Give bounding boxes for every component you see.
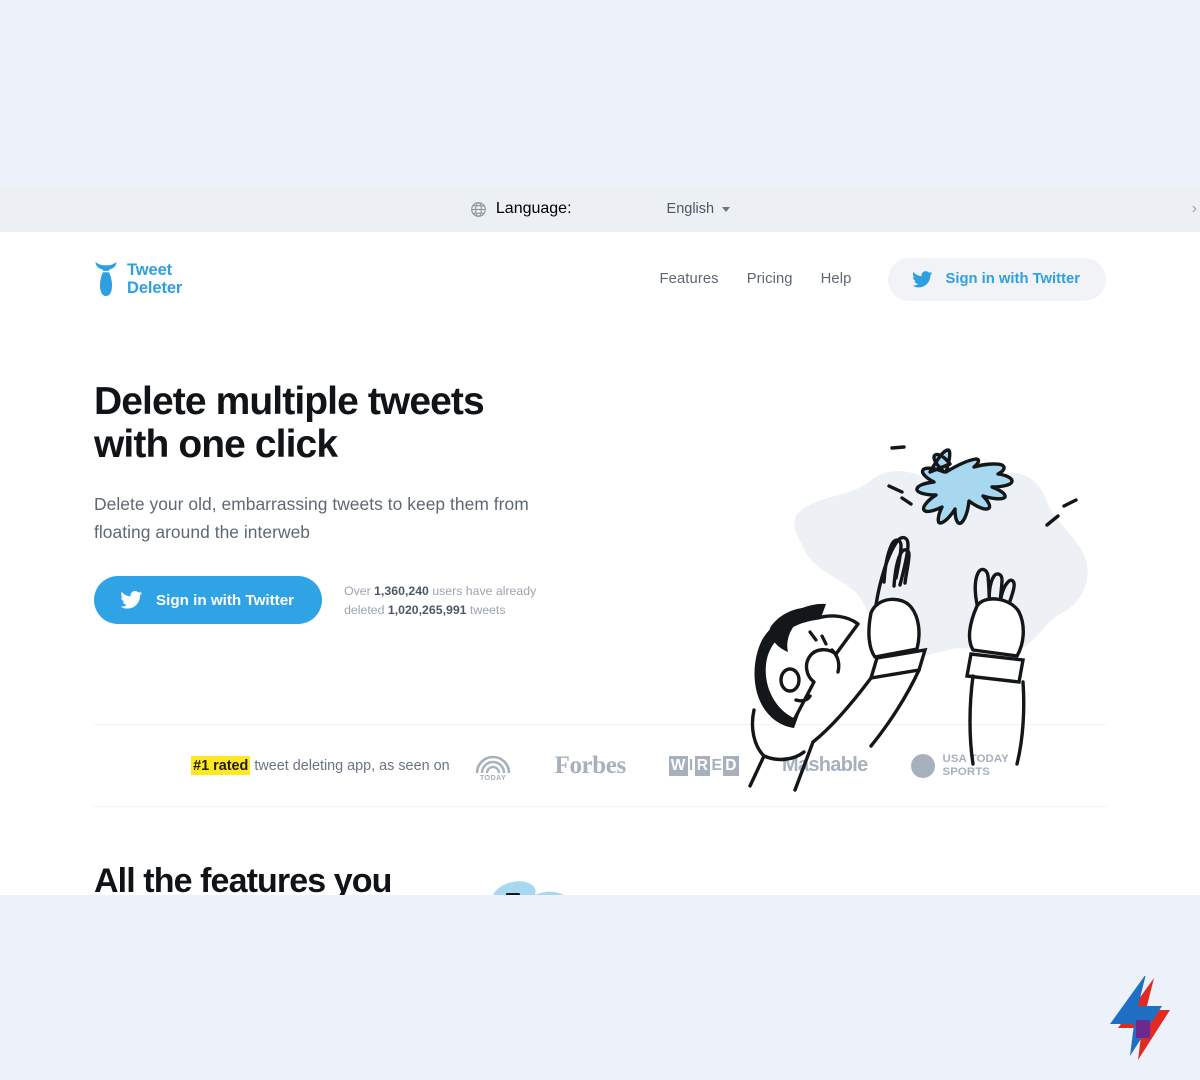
features-section: All the features you	[94, 807, 1106, 895]
forbes-logo: Forbes	[554, 751, 627, 779]
features-title: All the features you	[94, 862, 392, 895]
nav-item-help[interactable]: Help	[807, 263, 866, 295]
chevron-down-icon	[722, 206, 731, 212]
wired-letter-i: I	[688, 756, 694, 774]
page-content: Tweet Deleter Features Pricing Help Sign…	[0, 232, 1200, 895]
language-bar-inner: Language: English	[470, 200, 731, 218]
nav-item-features[interactable]: Features	[645, 263, 732, 295]
logo-text: Tweet Deleter	[127, 261, 182, 298]
wired-letter-r: R	[694, 755, 711, 776]
logo-text-line2: Deleter	[127, 279, 183, 297]
hero-cta-label: Sign in with Twitter	[156, 591, 295, 609]
site-header: Tweet Deleter Features Pricing Help Sign…	[94, 232, 1106, 326]
header-sign-in-with-twitter-button[interactable]: Sign in with Twitter	[888, 257, 1106, 301]
press-claim-highlight: #1 rated	[191, 755, 251, 775]
page-container: Tweet Deleter Features Pricing Help Sign…	[94, 232, 1106, 895]
today-logo: TODAY	[474, 751, 512, 781]
twitter-bird-icon	[912, 270, 933, 288]
press-claim-rest: tweet deleting app, as seen on	[254, 757, 450, 774]
stats-suffix: tweets	[469, 602, 506, 617]
language-bar: Language: English ›	[0, 186, 1200, 232]
language-bar-scroll-chevron[interactable]: ›	[1192, 201, 1197, 217]
hero-actions: Sign in with Twitter Over 1,360,240 user…	[94, 576, 614, 625]
browser-viewport: Language: English › Tweet Deleter Featur…	[0, 0, 1200, 1080]
glasses-icon	[812, 865, 912, 895]
hero-section: Delete multiple tweets with one click De…	[94, 326, 1106, 792]
wired-logo: W I R E D	[668, 755, 739, 776]
bomb-icon	[94, 262, 118, 296]
page-title: Delete multiple tweets with one click	[94, 380, 485, 467]
cloud-icon	[484, 865, 580, 895]
site-logo[interactable]: Tweet Deleter	[94, 261, 182, 298]
wired-letter-w: W	[668, 755, 688, 776]
nav-item-pricing[interactable]: Pricing	[733, 263, 807, 295]
wired-letter-e: E	[711, 756, 723, 774]
globe-icon	[470, 201, 487, 218]
language-selected-value: English	[666, 201, 715, 217]
svg-text:TODAY: TODAY	[479, 773, 505, 781]
language-select[interactable]: English	[667, 201, 731, 217]
main-nav: Features Pricing Help Sign in with Twitt…	[645, 257, 1106, 301]
stats-prefix: Over	[344, 584, 371, 599]
language-label: Language:	[495, 200, 572, 217]
logo-text-line1: Tweet	[127, 260, 173, 279]
hero-subtitle: Delete your old, embarrassing tweets to …	[94, 493, 529, 543]
press-claim: #1 rated tweet deleting app, as seen on	[191, 755, 450, 775]
stats-tweets-count: 1,020,265,991	[387, 602, 467, 617]
stats-users-count: 1,360,240	[374, 584, 429, 599]
hero-sign-in-with-twitter-button[interactable]: Sign in with Twitter	[94, 576, 323, 625]
header-cta-label: Sign in with Twitter	[945, 271, 1080, 287]
hero-illustration	[734, 410, 1154, 800]
hero-copy: Delete multiple tweets with one click De…	[94, 326, 614, 625]
twitter-bird-icon	[120, 591, 142, 609]
lightning-bolt-logo	[1110, 976, 1176, 1062]
hero-stats: Over 1,360,240 users have already delete…	[344, 576, 544, 618]
top-background-band	[0, 0, 1200, 186]
bottom-background-band	[0, 895, 1200, 1080]
